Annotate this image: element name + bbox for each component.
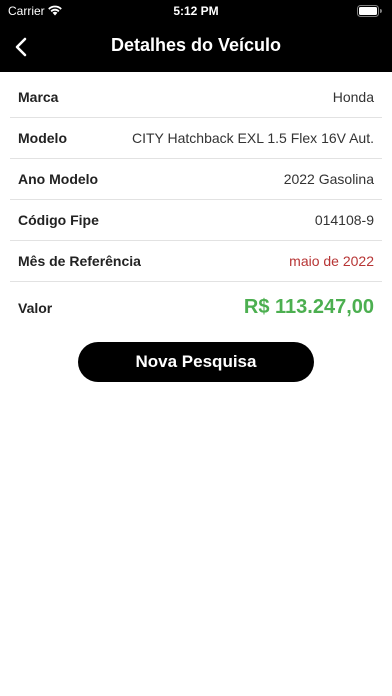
detail-row-codigo-fipe: Código Fipe 014108-9 (10, 200, 382, 241)
detail-label: Marca (18, 89, 59, 105)
detail-label: Ano Modelo (18, 171, 99, 187)
header: Carrier 5:12 PM Detalhes do Veículo (0, 0, 392, 72)
detail-value: Honda (332, 89, 374, 105)
detail-row-modelo: Modelo CITY Hatchback EXL 1.5 Flex 16V A… (10, 118, 382, 159)
page-title: Detalhes do Veículo (110, 35, 282, 55)
price-value: R$ 113.247,00 (243, 296, 374, 318)
detail-value: 2022 Gasolina (283, 171, 374, 187)
detail-row-valor: Valor R$ 113.247,00 (10, 282, 382, 328)
detail-value: 014108-9 (314, 212, 374, 228)
detail-label: Modelo (18, 130, 67, 146)
detail-label: Código Fipe (18, 212, 99, 228)
detail-label: Mês de Referência (18, 253, 141, 269)
reference-month-value: maio de 2022 (289, 253, 374, 269)
new-search-button[interactable]: Nova Pesquisa (78, 342, 314, 382)
detail-value: CITY Hatchback EXL 1.5 Flex 16V Aut. (131, 130, 374, 146)
detail-label: Valor (18, 300, 53, 316)
clock: 5:12 PM (173, 4, 219, 18)
battery-icon (357, 5, 382, 17)
detail-row-mes-referencia: Mês de Referência maio de 2022 (10, 241, 382, 282)
detail-row-marca: Marca Honda (10, 77, 382, 118)
status-bar: Carrier 5:12 PM (0, 0, 392, 22)
details-list: Marca Honda Modelo CITY Hatchback EXL 1.… (0, 77, 392, 328)
detail-row-ano-modelo: Ano Modelo 2022 Gasolina (10, 159, 382, 200)
navigation-bar: Detalhes do Veículo (0, 22, 392, 72)
